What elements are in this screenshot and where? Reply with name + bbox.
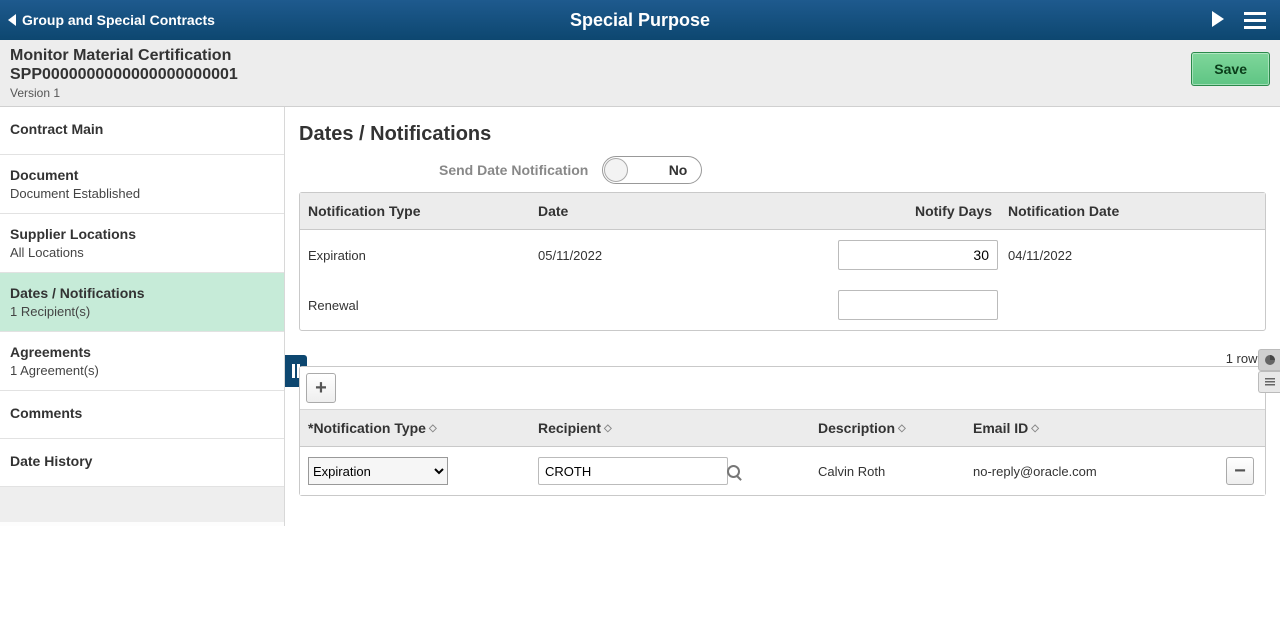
toggle-knob-icon xyxy=(604,158,628,182)
sidebar-label: Document xyxy=(10,167,274,183)
chart-view-tab[interactable] xyxy=(1258,349,1280,371)
sidebar-item-supplier-locations[interactable]: Supplier Locations All Locations xyxy=(0,214,284,273)
sidebar-sublabel: All Locations xyxy=(10,245,84,260)
sidebar-item-agreements[interactable]: Agreements 1 Agreement(s) xyxy=(0,332,284,391)
cell-notification-date xyxy=(1000,295,1265,315)
notifications-panel: Notification Type Date Notify Days Notif… xyxy=(299,192,1266,331)
cell-notification-date: 04/11/2022 xyxy=(1000,238,1265,273)
table-row: Expiration 05/11/2022 04/11/2022 xyxy=(300,230,1265,280)
notify-days-input[interactable] xyxy=(838,240,998,270)
gcol-recipient[interactable]: Recipient◇ xyxy=(530,410,810,446)
gcol-description[interactable]: Description◇ xyxy=(810,410,965,446)
sidebar-item-date-history[interactable]: Date History xyxy=(0,439,284,487)
gcol-email[interactable]: Email ID◇ xyxy=(965,410,1215,446)
list-icon xyxy=(1264,376,1276,388)
cell-date xyxy=(530,295,830,315)
col-notify-days: Notify Days xyxy=(830,193,1000,229)
menu-button[interactable] xyxy=(1244,12,1266,29)
add-row-button[interactable]: + xyxy=(306,373,336,403)
sidebar-spacer xyxy=(0,487,284,522)
next-button[interactable] xyxy=(1212,11,1224,30)
pie-icon xyxy=(1264,354,1276,366)
toggle-label: Send Date Notification xyxy=(439,162,588,178)
sort-icon: ◇ xyxy=(604,423,612,434)
sidebar-item-comments[interactable]: Comments xyxy=(0,391,284,439)
sidebar-sublabel: Document Established xyxy=(10,186,140,201)
toggle-value: No xyxy=(669,162,688,178)
row-count: 1 rows xyxy=(299,351,1266,366)
version-label: Version 1 xyxy=(10,86,238,100)
notify-days-input[interactable] xyxy=(838,290,998,320)
recipients-grid: + *Notification Type◇ Recipient◇ Descrip… xyxy=(299,366,1266,496)
cell-date: 05/11/2022 xyxy=(530,238,830,273)
cell-type: Renewal xyxy=(300,288,530,323)
subtitle-line2: SPP0000000000000000000001 xyxy=(10,65,238,84)
sidebar: Contract Main Document Document Establis… xyxy=(0,107,285,526)
sidebar-label: Dates / Notifications xyxy=(10,285,274,301)
sort-icon: ◇ xyxy=(898,423,906,434)
send-date-notification-toggle[interactable]: No xyxy=(602,156,702,184)
sidebar-item-dates-notifications[interactable]: Dates / Notifications 1 Recipient(s) xyxy=(0,273,284,332)
notification-type-select[interactable]: Expiration xyxy=(308,457,448,485)
remove-row-button[interactable]: − xyxy=(1226,457,1254,485)
table-row: Renewal xyxy=(300,280,1265,330)
sort-icon: ◇ xyxy=(429,423,437,434)
subtitle-line1: Monitor Material Certification xyxy=(10,46,238,65)
grid-row: Expiration Calvin Roth no-reply@oracle.c… xyxy=(300,447,1265,495)
sort-icon: ◇ xyxy=(1031,423,1039,434)
col-notification-type: Notification Type xyxy=(300,193,530,229)
section-title: Dates / Notifications xyxy=(299,123,1266,146)
cell-email: no-reply@oracle.com xyxy=(965,454,1215,489)
sidebar-label: Date History xyxy=(10,453,274,469)
sidebar-sublabel: 1 Agreement(s) xyxy=(10,363,99,378)
sidebar-label: Contract Main xyxy=(10,121,274,137)
gcol-type[interactable]: *Notification Type◇ xyxy=(300,410,530,446)
cell-type: Expiration xyxy=(300,238,530,273)
page-title: Special Purpose xyxy=(0,10,1280,31)
sidebar-label: Agreements xyxy=(10,344,274,360)
sidebar-sublabel: 1 Recipient(s) xyxy=(10,304,90,319)
col-date: Date xyxy=(530,193,830,229)
save-button[interactable]: Save xyxy=(1191,52,1270,86)
sidebar-label: Comments xyxy=(10,405,274,421)
chevron-right-icon xyxy=(1212,11,1224,27)
recipient-input[interactable] xyxy=(539,464,727,479)
search-icon xyxy=(727,465,740,478)
list-view-tab[interactable] xyxy=(1258,371,1280,393)
sidebar-item-document[interactable]: Document Document Established xyxy=(0,155,284,214)
sidebar-item-contract-main[interactable]: Contract Main xyxy=(0,107,284,155)
col-notification-date: Notification Date xyxy=(1000,193,1265,229)
cell-description: Calvin Roth xyxy=(810,454,965,489)
sidebar-label: Supplier Locations xyxy=(10,226,274,242)
lookup-button[interactable] xyxy=(727,465,740,478)
